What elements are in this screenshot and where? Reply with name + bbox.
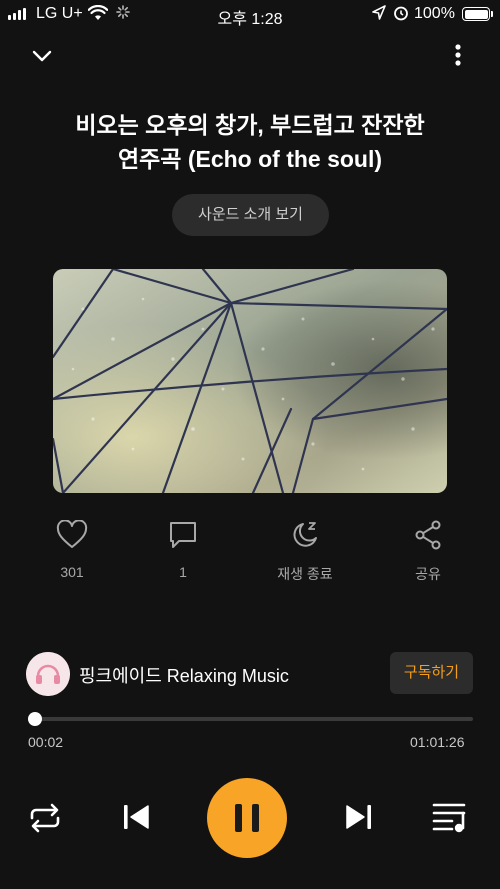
channel-avatar[interactable] xyxy=(26,652,70,696)
battery-tip xyxy=(491,11,493,17)
share-label: 공유 xyxy=(415,566,441,582)
sleep-timer-icon xyxy=(293,522,317,547)
skip-previous-icon xyxy=(124,805,149,829)
sleep-timer-label: 재생 종료 xyxy=(277,566,333,582)
total-time: 01:01:26 xyxy=(410,734,465,750)
location-icon xyxy=(372,5,386,26)
repeat-button[interactable] xyxy=(28,802,62,839)
alarm-icon xyxy=(393,4,409,27)
comment-button[interactable]: 1 xyxy=(133,520,233,580)
previous-button[interactable] xyxy=(122,803,150,836)
progress-bar[interactable] xyxy=(30,717,473,721)
share-button[interactable]: 공유 xyxy=(378,520,478,584)
skip-next-icon xyxy=(346,805,371,829)
chevron-down-icon xyxy=(32,50,52,62)
sleep-timer-button[interactable]: 재생 종료 xyxy=(255,520,355,584)
heart-icon xyxy=(56,520,88,548)
status-bar: LG U+ 오후 1:28 100% xyxy=(0,0,500,28)
current-time: 00:02 xyxy=(28,734,64,750)
comment-icon xyxy=(170,522,196,548)
pause-button[interactable] xyxy=(207,778,287,858)
pause-icon xyxy=(235,804,259,832)
progress-thumb[interactable] xyxy=(28,712,43,726)
sound-intro-button[interactable]: 사운드 소개 보기 xyxy=(172,194,329,236)
album-artwork xyxy=(53,269,447,493)
track-title: 비오는 오후의 창가, 부드럽고 잔잔한 연주곡 (Echo of the so… xyxy=(75,112,425,172)
channel-name[interactable]: 핑크에이드 Relaxing Music xyxy=(79,662,289,688)
battery-icon xyxy=(462,7,490,21)
repeat-icon xyxy=(30,803,60,833)
playlist-icon xyxy=(432,803,466,833)
collapse-button[interactable] xyxy=(28,44,56,68)
next-button[interactable] xyxy=(345,803,373,836)
playlist-button[interactable] xyxy=(432,801,470,840)
subscribe-button[interactable]: 구독하기 xyxy=(390,652,473,694)
share-icon xyxy=(415,520,441,550)
more-vertical-icon xyxy=(455,44,461,66)
comment-count: 1 xyxy=(179,564,187,580)
like-button[interactable]: 301 xyxy=(22,520,122,580)
more-options-button[interactable] xyxy=(446,42,470,70)
battery-percent: 100% xyxy=(414,5,455,22)
like-count: 301 xyxy=(60,564,84,580)
